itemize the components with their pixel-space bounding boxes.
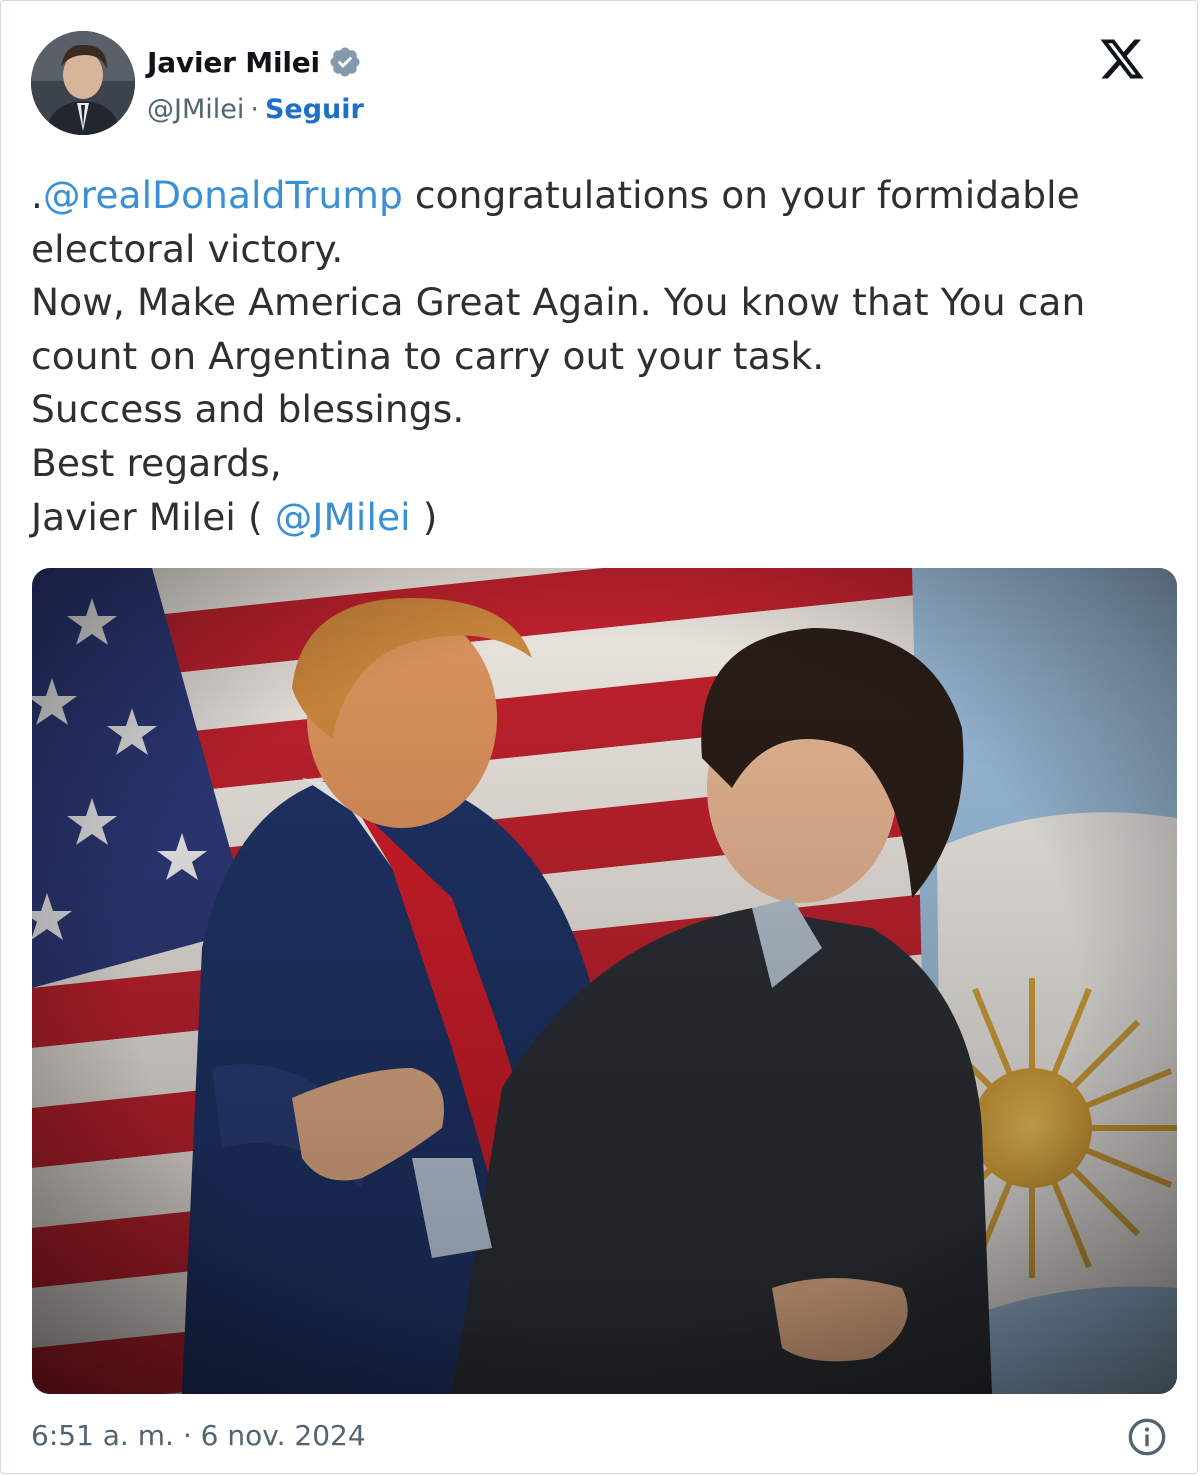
avatar-photo xyxy=(31,31,135,135)
author-name-row[interactable]: Javier Milei xyxy=(147,45,362,79)
signature-text: Javier Milei ( xyxy=(31,494,275,539)
tweet-line-2: electoral victory. xyxy=(31,226,344,271)
tweet-embed-card: Javier Milei @JMilei · Seguir .@realDona… xyxy=(0,0,1198,1474)
tweet-media-photo[interactable] xyxy=(32,568,1177,1394)
mention-jmilei-link[interactable]: @JMilei xyxy=(275,495,411,539)
author-handle-row: @JMilei · Seguir xyxy=(147,94,364,125)
mention-realdonaldtrump-link[interactable]: @realDonaldTrump xyxy=(43,173,403,217)
tweet-line-7: Javier Milei ( @JMilei ) xyxy=(31,491,1171,545)
verified-badge-icon xyxy=(330,47,360,77)
author-avatar[interactable] xyxy=(31,31,135,135)
signature-close-paren: ) xyxy=(410,494,438,539)
tweet-line-6: Best regards, xyxy=(31,440,282,485)
tweet-line-4: count on Argentina to carry out your tas… xyxy=(31,333,825,378)
x-logo-icon[interactable] xyxy=(1097,35,1147,83)
photo-two-men-embracing-icon xyxy=(32,568,1177,1394)
tweet-timestamp[interactable]: 6:51 a. m. · 6 nov. 2024 xyxy=(31,1419,366,1452)
author-handle[interactable]: @JMilei xyxy=(147,94,244,125)
tweet-text-prefix: . xyxy=(31,173,44,217)
separator-dot: · xyxy=(250,94,259,125)
tweet-line-1-text: congratulations on your formidable xyxy=(402,173,1080,217)
follow-button[interactable]: Seguir xyxy=(265,94,364,125)
tweet-line-1: .@realDonaldTrump congratulations on you… xyxy=(31,169,1171,223)
tweet-text: .@realDonaldTrump congratulations on you… xyxy=(31,169,1171,544)
author-display-name[interactable]: Javier Milei xyxy=(147,46,320,79)
tweet-line-3: Now, Make America Great Again. You know … xyxy=(31,280,1086,325)
tweet-line-5: Success and blessings. xyxy=(31,387,465,432)
info-icon[interactable] xyxy=(1127,1417,1167,1457)
